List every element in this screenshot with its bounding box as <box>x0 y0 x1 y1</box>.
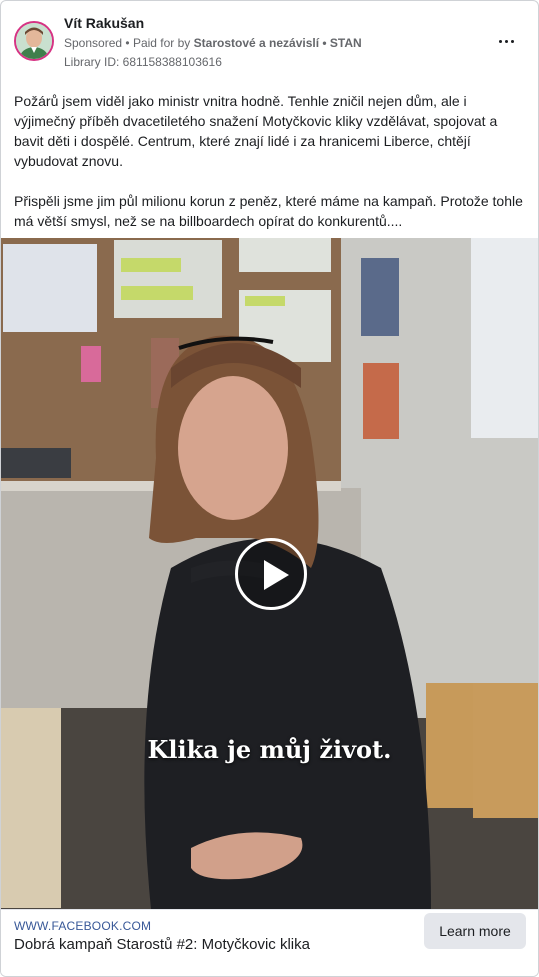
post-body: Požárů jsem viděl jako ministr vnitra ho… <box>14 91 526 231</box>
post-paragraph-2[interactable]: Přispěli jsme jim půl milionu korun z pe… <box>14 191 526 231</box>
author-avatar[interactable] <box>14 21 54 61</box>
author-name[interactable]: Vít Rakušan <box>64 15 144 31</box>
video-player[interactable]: Klika je můj život. <box>1 238 538 909</box>
paid-for-prefix: Paid for by <box>132 36 191 50</box>
learn-more-button[interactable]: Learn more <box>424 913 526 949</box>
link-title[interactable]: Dobrá kampaň Starostů #2: Motyčkovic kli… <box>14 936 310 953</box>
post-paragraph-1: Požárů jsem viděl jako ministr vnitra ho… <box>14 93 498 169</box>
sponsored-label: Sponsored <box>64 36 123 50</box>
post-header: Vít Rakušan Sponsored • Paid for by Star… <box>1 1 538 81</box>
ad-card: Vít Rakušan Sponsored • Paid for by Star… <box>0 0 539 977</box>
paid-for-by[interactable]: Starostové a nezávislí • STAN <box>194 36 362 50</box>
more-options-icon[interactable] <box>495 29 519 53</box>
play-triangle <box>264 560 289 590</box>
link-footer[interactable]: WWW.FACEBOOK.COM Dobrá kampaň Starostů #… <box>1 909 538 976</box>
link-domain[interactable]: WWW.FACEBOOK.COM <box>14 919 151 933</box>
play-icon[interactable] <box>235 538 307 610</box>
video-subtitle: Klika je můj život. <box>147 735 392 764</box>
meta-separator: • <box>125 36 133 50</box>
sponsored-meta: Sponsored • Paid for by Starostové a nez… <box>64 36 362 50</box>
avatar-image <box>16 23 52 59</box>
library-id: Library ID: 681158388103616 <box>64 55 222 69</box>
